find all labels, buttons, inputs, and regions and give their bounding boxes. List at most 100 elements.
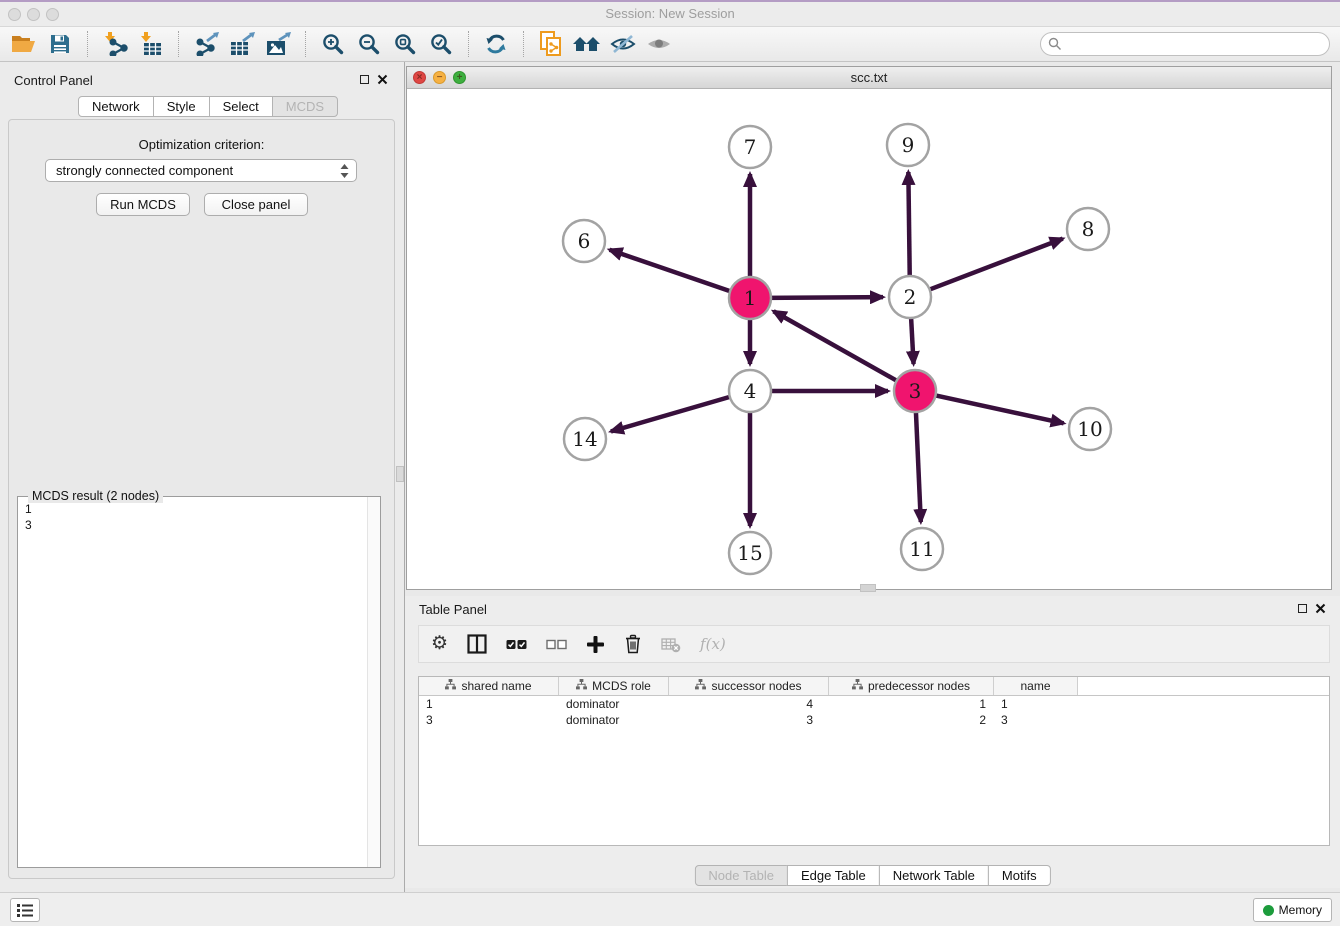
graph-edge-3-11[interactable]	[916, 408, 921, 522]
graph-node-label: 7	[744, 135, 757, 159]
criterion-select[interactable]: strongly connected component	[45, 159, 357, 182]
open-session-icon[interactable]	[6, 29, 42, 59]
table-cell[interactable]: 4	[669, 696, 829, 712]
table-cell[interactable]: 3	[994, 712, 1078, 728]
graph-node-7[interactable]: 7	[729, 126, 771, 168]
graph-edge-2-3[interactable]	[911, 314, 914, 364]
import-table-icon[interactable]	[133, 29, 169, 59]
table-cell[interactable]: 1	[994, 696, 1078, 712]
float-panel-icon[interactable]	[360, 75, 369, 84]
export-table-icon[interactable]	[224, 29, 260, 59]
window-zoom-icon[interactable]	[46, 8, 59, 21]
table-tab-node-table[interactable]: Node Table	[694, 865, 788, 886]
graph-node-11[interactable]: 11	[901, 528, 943, 570]
deselect-all-icon[interactable]	[546, 637, 567, 652]
table-cell[interactable]: dominator	[559, 696, 669, 712]
import-network-icon[interactable]	[97, 29, 133, 59]
table-tab-motifs[interactable]: Motifs	[988, 865, 1051, 886]
vertical-splitter-handle[interactable]	[396, 466, 404, 482]
memory-button[interactable]: Memory	[1253, 898, 1332, 922]
graph-node-10[interactable]: 10	[1069, 408, 1111, 450]
task-manager-button[interactable]	[10, 898, 40, 922]
refresh-view-icon[interactable]	[478, 29, 514, 59]
network-close-icon[interactable]: ×	[413, 71, 426, 84]
search-input[interactable]	[1040, 32, 1330, 56]
zoom-out-icon[interactable]	[351, 29, 387, 59]
graph-node-2[interactable]: 2	[889, 276, 931, 318]
zoom-in-icon[interactable]	[315, 29, 351, 59]
network-window-titlebar[interactable]: × − + scc.txt	[407, 67, 1331, 89]
copy-network-view-icon[interactable]	[533, 29, 569, 59]
export-network-icon[interactable]	[188, 29, 224, 59]
run-mcds-button[interactable]: Run MCDS	[96, 193, 190, 216]
graph-node-1[interactable]: 1	[729, 277, 771, 319]
column-header-predecessor-nodes[interactable]: predecessor nodes	[829, 677, 994, 695]
table-tab-edge-table[interactable]: Edge Table	[787, 865, 880, 886]
zoom-fit-icon[interactable]	[387, 29, 423, 59]
table-cell[interactable]: dominator	[559, 712, 669, 728]
column-header-MCDS-role[interactable]: MCDS role	[559, 677, 669, 695]
show-panel-eye-icon[interactable]	[641, 29, 677, 59]
graph-edge-3-10[interactable]	[932, 395, 1064, 424]
task-list-icon	[16, 903, 34, 918]
zoom-selected-icon[interactable]	[423, 29, 459, 59]
network-maximize-icon[interactable]: +	[453, 71, 466, 84]
graph-edge-1-2[interactable]	[767, 297, 883, 298]
graph-edge-3-1[interactable]	[774, 311, 901, 382]
reset-layout-icon[interactable]	[569, 29, 605, 59]
tab-network[interactable]: Network	[78, 96, 154, 117]
window-minimize-icon[interactable]	[27, 8, 40, 21]
session-title: Session: New Session	[0, 2, 1340, 26]
graph-node-6[interactable]: 6	[563, 220, 605, 262]
graph-node-8[interactable]: 8	[1067, 208, 1109, 250]
graph-node-4[interactable]: 4	[729, 370, 771, 412]
add-row-icon[interactable]	[586, 635, 605, 654]
export-image-icon[interactable]	[260, 29, 296, 59]
result-scrollbar[interactable]	[367, 497, 380, 867]
column-header-name[interactable]: name	[994, 677, 1078, 695]
close-panel-button[interactable]: Close panel	[204, 193, 308, 216]
network-minimize-icon[interactable]: −	[433, 71, 446, 84]
table-body: 1dominator4113dominator323	[419, 696, 1329, 728]
delete-table-icon	[661, 636, 681, 653]
table-cell[interactable]: 3	[419, 712, 559, 728]
graph-node-label: 2	[904, 285, 917, 309]
table-tabs: Node TableEdge TableNetwork TableMotifs	[694, 865, 1050, 886]
graph-edge-1-6[interactable]	[610, 250, 734, 293]
column-header-shared-name[interactable]: shared name	[419, 677, 559, 695]
horizontal-splitter-handle[interactable]	[860, 584, 876, 592]
column-header-successor-nodes[interactable]: successor nodes	[669, 677, 829, 695]
close-table-panel-icon[interactable]	[1315, 603, 1326, 614]
table-tab-network-table[interactable]: Network Table	[879, 865, 989, 886]
tab-mcds[interactable]: MCDS	[272, 96, 338, 117]
delete-row-trash-icon[interactable]	[624, 634, 642, 654]
graph-node-3[interactable]: 3	[894, 370, 936, 412]
tab-style[interactable]: Style	[153, 96, 210, 117]
select-all-icon[interactable]	[506, 637, 527, 652]
graph-node-14[interactable]: 14	[564, 418, 606, 460]
table-cell[interactable]: 2	[829, 712, 994, 728]
column-header-label: predecessor nodes	[868, 679, 970, 693]
table-row[interactable]: 1dominator411	[419, 696, 1329, 712]
graph-edge-2-9[interactable]	[908, 172, 909, 280]
hide-panel-eye-icon[interactable]	[605, 29, 641, 59]
save-session-icon[interactable]	[42, 29, 78, 59]
close-panel-icon[interactable]	[377, 74, 388, 85]
node-table[interactable]: shared nameMCDS rolesuccessor nodes prede…	[418, 676, 1330, 846]
show-columns-icon[interactable]	[467, 634, 487, 654]
network-canvas[interactable]: 7 9 6 8 1 2 4 3 14 10 15 11	[407, 89, 1331, 589]
network-graph[interactable]: 7 9 6 8 1 2 4 3 14 10 15 11	[407, 89, 1331, 589]
table-cell[interactable]: 1	[419, 696, 559, 712]
table-panel-title: Table Panel	[419, 602, 487, 617]
table-cell[interactable]: 1	[829, 696, 994, 712]
table-cell[interactable]: 3	[669, 712, 829, 728]
graph-edge-2-8[interactable]	[926, 239, 1063, 291]
tab-select[interactable]: Select	[209, 96, 273, 117]
graph-node-15[interactable]: 15	[729, 532, 771, 574]
table-row[interactable]: 3dominator323	[419, 712, 1329, 728]
window-close-icon[interactable]	[8, 8, 21, 21]
float-table-panel-icon[interactable]	[1298, 604, 1307, 613]
table-settings-gear-icon[interactable]: ⚙	[431, 634, 448, 654]
graph-edge-4-14[interactable]	[611, 396, 734, 432]
graph-node-9[interactable]: 9	[887, 124, 929, 166]
